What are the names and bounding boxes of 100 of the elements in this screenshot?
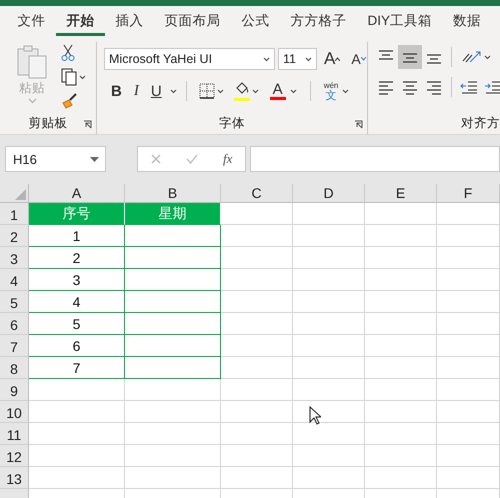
italic-button[interactable]: I: [130, 80, 143, 102]
table-cell: 6: [29, 335, 125, 357]
caret-icon: [263, 56, 270, 62]
font-size-field[interactable]: 11: [278, 48, 317, 70]
table-cell: 3: [29, 269, 125, 291]
table-cell: [437, 401, 500, 423]
dialog-launcher-icon[interactable]: [83, 120, 92, 129]
caret-icon: [342, 88, 350, 94]
header-cell: 序号: [29, 203, 125, 225]
table-cell: [293, 423, 365, 445]
ribbon-tab[interactable]: 公式: [231, 6, 280, 36]
column-header[interactable]: E: [365, 184, 437, 203]
ribbon-tab[interactable]: 方方格子: [280, 6, 357, 36]
table-cell: [293, 445, 365, 467]
caret-icon: [484, 54, 491, 60]
caret-icon: [290, 88, 297, 94]
table-cell: [365, 445, 437, 467]
caret-icon: [90, 156, 99, 162]
row-header[interactable]: 12: [0, 445, 29, 467]
copy-icon: [61, 68, 77, 86]
table-cell: [221, 401, 293, 423]
table-cell: [365, 247, 437, 269]
formula-input[interactable]: [250, 146, 500, 172]
table-cell: [293, 357, 365, 379]
caret-icon: [252, 88, 259, 94]
table-cell: [221, 269, 293, 291]
row-header[interactable]: 11: [0, 423, 29, 445]
caret-icon: [28, 97, 36, 105]
borders-icon: [198, 83, 215, 99]
table-cell: [293, 203, 365, 225]
group-title: 剪贴板: [28, 114, 68, 132]
decrease-font-size-button[interactable]: A: [347, 48, 370, 70]
table-cell: [365, 423, 437, 445]
table-cell: [365, 379, 437, 401]
ribbon-tab[interactable]: DIY工具箱: [357, 6, 443, 36]
insert-function-button[interactable]: fx: [223, 151, 232, 167]
table-cell: [437, 357, 500, 379]
dialog-launcher-icon[interactable]: [354, 120, 363, 129]
caret-icon: [79, 74, 86, 80]
row-header[interactable]: 5: [0, 291, 29, 313]
clipboard-icon: [16, 44, 48, 80]
font-color-button[interactable]: A: [266, 80, 301, 102]
ribbon-tab[interactable]: 数据: [442, 6, 492, 36]
table-cell: [221, 357, 293, 379]
table-cell: [365, 269, 437, 291]
row-header[interactable]: 8: [0, 357, 29, 379]
group-title: 对齐方: [461, 114, 500, 132]
table-cell: [437, 269, 500, 291]
table-cell: [221, 423, 293, 445]
column-header[interactable]: A: [29, 184, 125, 203]
table-cell: [437, 291, 500, 313]
table-cell: 7: [29, 357, 125, 379]
column-header[interactable]: F: [437, 184, 500, 203]
increase-font-size-button[interactable]: A: [320, 48, 344, 70]
table-cell: 4: [29, 291, 125, 313]
row-header[interactable]: 3: [0, 247, 29, 269]
column-header[interactable]: B: [125, 184, 221, 203]
row-header[interactable]: 10: [0, 401, 29, 423]
table-cell: [221, 313, 293, 335]
table-cell: [221, 247, 293, 269]
table-cell: [437, 423, 500, 445]
caret-icon: [170, 88, 177, 94]
column-header[interactable]: C: [221, 184, 293, 203]
ribbon-tab[interactable]: 文件: [7, 6, 56, 36]
row-header[interactable]: 2: [0, 225, 29, 247]
table-cell: [221, 379, 293, 401]
row-header[interactable]: 9: [0, 379, 29, 401]
row-header[interactable]: 4: [0, 269, 29, 291]
table-cell: [437, 313, 500, 335]
phonetic-button[interactable]: wén 文: [320, 80, 354, 102]
column-header[interactable]: D: [293, 184, 365, 203]
font-name-field[interactable]: Microsoft YaHei UI: [104, 48, 275, 70]
table-cell: [293, 247, 365, 269]
row-header[interactable]: 7: [0, 335, 29, 357]
underline-button[interactable]: U: [146, 80, 166, 102]
table-cell: [293, 467, 365, 489]
table-cell: 1: [29, 225, 125, 247]
table-cell: [437, 445, 500, 467]
bold-button[interactable]: B: [107, 80, 126, 102]
table-cell: [437, 247, 500, 269]
table-cell: [221, 203, 293, 225]
table-cell: [437, 467, 500, 489]
caret-icon: [216, 88, 224, 94]
table-cell: [365, 335, 437, 357]
row-header[interactable]: 6: [0, 313, 29, 335]
table-cell: [221, 445, 293, 467]
ribbon-tab[interactable]: 页面布局: [154, 6, 231, 36]
align-middle-button[interactable]: [398, 45, 422, 69]
table-cell: [293, 335, 365, 357]
table-cell: [437, 379, 500, 401]
table-cell: [293, 313, 365, 335]
table-cell: [365, 467, 437, 489]
table-cell: [221, 467, 293, 489]
table-cell: [365, 401, 437, 423]
row-header[interactable]: 13: [0, 467, 29, 489]
name-box[interactable]: H16: [5, 146, 106, 172]
row-header[interactable]: 1: [0, 203, 29, 225]
ribbon-tab[interactable]: 插入: [105, 6, 154, 36]
table-cell: [365, 203, 437, 225]
table-cell: [365, 357, 437, 379]
